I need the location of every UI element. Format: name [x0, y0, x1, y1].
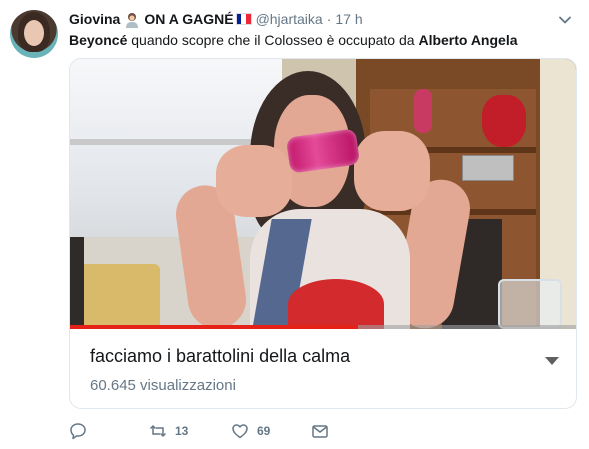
- avatar[interactable]: [10, 10, 58, 58]
- tweet-actions: 13 69: [69, 421, 369, 441]
- direct-message-button[interactable]: [311, 421, 329, 441]
- video-card[interactable]: facciamo i barattolini della calma 60.64…: [69, 58, 577, 409]
- video-title[interactable]: facciamo i barattolini della calma: [90, 346, 350, 367]
- tweet[interactable]: Giovina ON A GAGNÉ @hjartaika · 17 h Bey…: [0, 0, 589, 449]
- envelope-icon: [312, 425, 328, 438]
- display-name[interactable]: Giovina: [69, 11, 120, 27]
- chevron-down-icon[interactable]: [557, 12, 573, 28]
- caret-down-icon[interactable]: [544, 353, 560, 365]
- video-views: 60.645 visualizzazioni: [90, 377, 236, 394]
- retweet-icon: [149, 424, 167, 438]
- tweet-header: Giovina ON A GAGNÉ @hjartaika · 17 h: [69, 10, 363, 28]
- heart-icon: [232, 424, 248, 439]
- woman-emoji-icon: [124, 12, 140, 28]
- like-button[interactable]: 69: [231, 421, 270, 441]
- reply-icon: [70, 423, 86, 440]
- display-name-suffix: ON A GAGNÉ: [144, 11, 234, 27]
- tweet-text: Beyoncé quando scopre che il Colosseo è …: [69, 31, 518, 49]
- tweet-timestamp[interactable]: 17 h: [335, 11, 362, 27]
- tweet-text-body: quando scopre che il Colosseo è occupato…: [127, 32, 419, 48]
- reply-button[interactable]: [69, 421, 87, 441]
- tweet-text-mention-1: Beyoncé: [69, 32, 128, 48]
- separator-dot: ·: [326, 11, 332, 27]
- video-progress-bar[interactable]: [70, 325, 359, 329]
- user-handle[interactable]: @hjartaika: [256, 11, 323, 27]
- france-flag-icon: [235, 13, 252, 25]
- like-count: 69: [257, 424, 271, 438]
- retweet-count: 13: [175, 424, 189, 438]
- video-thumbnail[interactable]: [70, 59, 576, 329]
- tweet-text-mention-2: Alberto Angela: [418, 32, 518, 48]
- retweet-button[interactable]: 13: [149, 421, 188, 441]
